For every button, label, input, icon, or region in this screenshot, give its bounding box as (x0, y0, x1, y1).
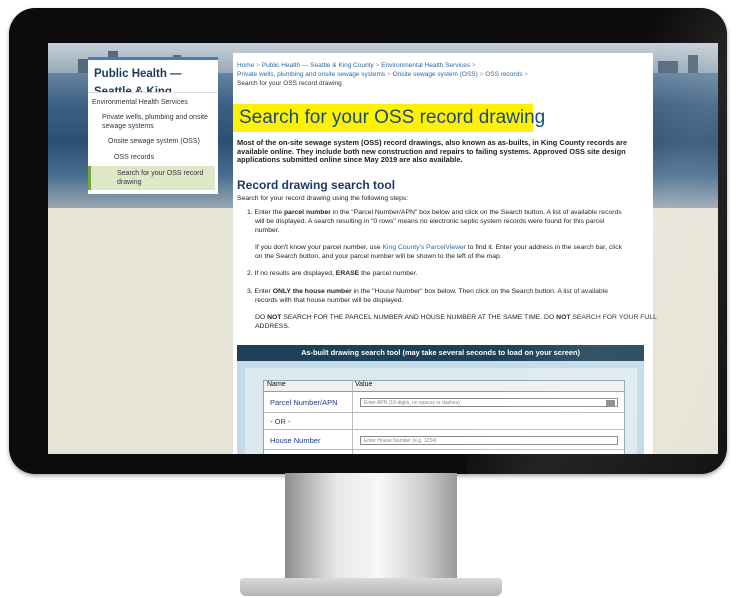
search-form-table: Name Value Parcel Number/APN Enter APN (… (263, 380, 625, 454)
monitor-stand-neck (285, 473, 457, 581)
breadcrumb-line-1: Home > Public Health — Seattle & King Co… (237, 61, 476, 70)
house-number-input[interactable]: Enter House Number (e.g. 1234) (360, 436, 618, 445)
step-2: 2. If no results are displayed, ERASE th… (247, 269, 417, 278)
column-header-name: Name (264, 381, 352, 392)
site-title[interactable]: Public Health — Seattle & King County (88, 57, 218, 116)
breadcrumb-separator: > (524, 71, 529, 78)
main-content: Home > Public Health — Seattle & King Co… (233, 53, 657, 454)
warning-line-2: ADDRESS. (255, 323, 290, 330)
step-3-text: 3. Enter (247, 288, 273, 295)
step-1: 1. Enter the parcel number in the "Parce… (247, 208, 622, 217)
breadcrumb-separator: > (256, 62, 260, 69)
warning-line-1: DO NOT SEARCH FOR THE PARCEL NUMBER AND … (255, 313, 657, 322)
step-1-help-line-2: on the Search button, and your parcel nu… (255, 253, 502, 260)
sidebar-item-oss[interactable]: Onsite sewage system (OSS) (108, 137, 200, 146)
step-1-emphasis: parcel number (284, 209, 331, 216)
sidebar-item-environmental-health[interactable]: Environmental Health Services (92, 98, 188, 107)
parcel-number-label: Parcel Number/APN (270, 398, 338, 407)
browser-viewport: Public Health — Seattle & King County En… (48, 43, 718, 454)
step-3-emphasis: ONLY the house number (272, 288, 352, 295)
step-1-text: 1. Enter the (247, 209, 285, 216)
search-tool-header: As-built drawing search tool (may take s… (237, 345, 644, 361)
breadcrumb-separator: > (375, 62, 380, 69)
step-2-emphasis: ERASE (335, 270, 360, 277)
breadcrumb-separator: > (386, 71, 391, 78)
step-1-text: in the "Parcel Number/APN" box below and… (330, 209, 622, 216)
row-divider (264, 412, 624, 413)
search-tool: As-built drawing search tool (may take s… (237, 345, 644, 454)
monitor-bezel: Public Health — Seattle & King County En… (9, 8, 727, 474)
step-1-help: If you don't know your parcel number, us… (255, 243, 622, 252)
breadcrumb-current: Search for your OSS record drawing (237, 80, 342, 87)
parcelviewer-link[interactable]: King County's ParcelViewer (383, 244, 467, 251)
row-divider (264, 449, 624, 450)
breadcrumb-home[interactable]: Home (237, 62, 254, 69)
steps-intro: Search for your record drawing using the… (237, 195, 409, 202)
page-title-highlight: Search for your OSS record drawing (233, 104, 545, 132)
warning-text: SEARCH FOR YOUR FULL (570, 314, 657, 321)
step-2-text: 2. If no results are displayed, (247, 270, 336, 277)
sidebar-item-oss-records[interactable]: OSS records (114, 153, 154, 162)
breadcrumb-oss[interactable]: Onsite sewage system (OSS) (393, 71, 478, 78)
step-1-line-2: will be displayed. A search resulting in… (255, 218, 605, 225)
breadcrumb-separator: > (471, 62, 476, 69)
row-divider (264, 429, 624, 430)
intro-paragraph: Most of the on-site sewage system (OSS) … (237, 138, 628, 165)
page-title: Search for your OSS record drawing (239, 107, 546, 128)
parcel-number-input[interactable]: Enter APN (10-digits, no spaces or dashe… (360, 398, 618, 407)
section-heading: Record drawing search tool (237, 178, 396, 192)
house-number-label: House Number (270, 436, 321, 445)
sidebar-item-search-record[interactable]: Search for your OSS record drawing (88, 166, 215, 190)
breadcrumb-public-health[interactable]: Public Health — Seattle & King County (262, 62, 374, 69)
step-3-line-2: records with that house number will be d… (255, 297, 404, 304)
step-1-help-text: to find it. Enter your address in the se… (466, 244, 623, 251)
breadcrumb-oss-records[interactable]: OSS records (485, 71, 522, 78)
step-3: 3. Enter ONLY the house number in the "H… (247, 287, 608, 296)
input-keyboard-icon[interactable] (606, 400, 615, 406)
column-divider (352, 381, 353, 454)
or-label: - OR - (270, 417, 291, 426)
sidebar-item-private-wells[interactable]: Private wells, plumbing and onsite sewag… (102, 113, 214, 131)
search-tool-title: As-built drawing search tool (may take s… (301, 348, 580, 357)
breadcrumb-separator: > (479, 71, 484, 78)
monitor-stand-base (240, 578, 502, 596)
column-header-value: Value (352, 381, 624, 392)
warning-emphasis: NOT (556, 314, 571, 321)
warning-text: DO (255, 314, 268, 321)
breadcrumb-private-wells[interactable]: Private wells, plumbing and onsite sewag… (237, 71, 385, 78)
step-2-text: the parcel number. (359, 270, 418, 277)
step-1-line-3: number. (255, 227, 280, 234)
breadcrumb-env-health[interactable]: Environmental Health Services (381, 62, 470, 69)
warning-emphasis: NOT (267, 314, 282, 321)
step-3-text: in the "House Number" box below. Then cl… (351, 288, 608, 295)
step-1-help-text: If you don't know your parcel number, us… (255, 244, 383, 251)
sidebar-nav: Environmental Health Services Private we… (88, 92, 218, 194)
warning-text: SEARCH FOR THE PARCEL NUMBER AND HOUSE N… (281, 314, 557, 321)
breadcrumb-line-2: Private wells, plumbing and onsite sewag… (237, 70, 528, 79)
